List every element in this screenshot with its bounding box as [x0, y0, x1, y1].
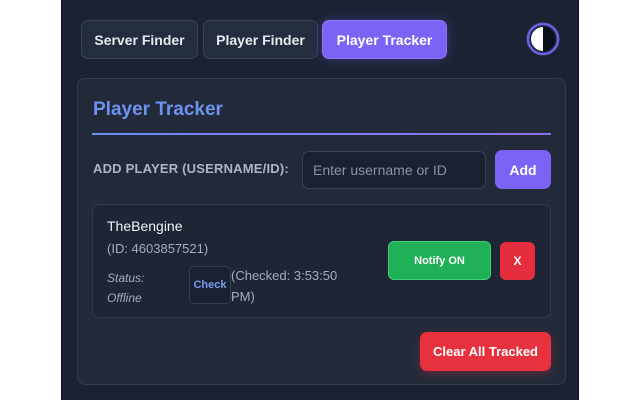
player-status: Status: Offline — [107, 268, 177, 308]
tab-bar: Server Finder Player Finder Player Track… — [62, 0, 578, 80]
add-player-button[interactable]: Add — [495, 150, 551, 189]
player-id: (ID: 4603857521) — [107, 241, 209, 256]
add-player-label: ADD PLAYER (USERNAME/ID): — [93, 161, 289, 176]
check-status-button[interactable]: Check — [189, 266, 231, 304]
panel-title: Player Tracker — [93, 99, 223, 120]
tracked-player-card: TheBengine (ID: 4603857521) Status: Offl… — [92, 204, 551, 318]
add-player-input[interactable] — [302, 151, 486, 189]
status-value: Offline — [107, 291, 142, 305]
tab-server-finder[interactable]: Server Finder — [81, 20, 198, 59]
tab-player-tracker[interactable]: Player Tracker — [322, 20, 447, 59]
title-divider — [92, 133, 551, 135]
status-label: Status: — [107, 271, 145, 285]
notify-toggle-button[interactable]: Notify ON — [388, 241, 491, 280]
tracker-panel: Player Tracker ADD PLAYER (USERNAME/ID):… — [77, 78, 566, 385]
contrast-icon — [526, 22, 560, 56]
player-name: TheBengine — [107, 218, 183, 234]
tab-player-finder[interactable]: Player Finder — [203, 20, 318, 59]
clear-all-tracked-button[interactable]: Clear All Tracked — [420, 332, 551, 371]
remove-player-button[interactable]: X — [500, 242, 535, 280]
last-checked-text: (Checked: 3:53:50 PM) — [231, 268, 338, 304]
theme-toggle-button[interactable] — [526, 22, 560, 56]
extension-popup: Server Finder Player Finder Player Track… — [61, 0, 579, 400]
